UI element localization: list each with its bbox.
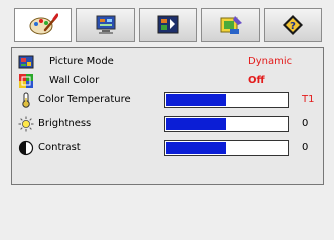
color-temperature-label: Color Temperature — [38, 94, 131, 105]
wall-color-label: Wall Color — [49, 75, 100, 86]
settings-panel-icon — [157, 15, 179, 34]
color-squares-icon — [18, 73, 34, 89]
contrast-row[interactable]: Contrast 0 — [12, 138, 323, 158]
svg-text:?: ? — [290, 21, 296, 32]
brightness-slider[interactable] — [164, 116, 289, 132]
tab-setup[interactable] — [138, 8, 198, 42]
color-temperature-slider[interactable] — [164, 92, 289, 108]
color-temperature-row[interactable]: Color Temperature T1 — [12, 90, 323, 110]
contrast-label: Contrast — [38, 142, 81, 153]
wall-color-value[interactable]: Off — [248, 75, 265, 86]
brightness-label: Brightness — [38, 118, 92, 129]
tab-display[interactable] — [76, 8, 135, 42]
tab-help[interactable]: ? — [263, 8, 323, 42]
thermometer-icon — [18, 92, 34, 108]
menu-tab-bar: ? — [14, 8, 323, 42]
contrast-value: 0 — [302, 142, 309, 153]
help-diamond-icon: ? — [282, 15, 303, 35]
tab-wizard[interactable] — [201, 8, 260, 42]
paint-palette-icon — [29, 13, 59, 35]
tab-picture[interactable] — [14, 8, 73, 42]
picture-icon — [18, 54, 34, 70]
picture-mode-row[interactable]: Picture Mode Dynamic — [12, 52, 323, 72]
brightness-row[interactable]: Brightness 0 — [12, 114, 323, 134]
picture-mode-label: Picture Mode — [49, 56, 114, 67]
sun-icon — [18, 116, 34, 132]
brightness-value: 0 — [302, 118, 309, 129]
brightness-fill — [166, 118, 226, 130]
wall-color-row[interactable]: Wall Color Off — [12, 71, 323, 91]
contrast-icon — [18, 140, 34, 156]
monitor-icon — [96, 15, 116, 34]
color-temperature-fill — [166, 94, 226, 106]
picture-settings-panel: Picture Mode Dynamic Wall Color Off Colo… — [11, 47, 324, 185]
wizard-icon — [220, 16, 243, 34]
contrast-slider[interactable] — [164, 140, 289, 156]
color-temperature-value: T1 — [302, 94, 315, 105]
contrast-fill — [166, 142, 226, 154]
picture-mode-value[interactable]: Dynamic — [248, 56, 292, 67]
